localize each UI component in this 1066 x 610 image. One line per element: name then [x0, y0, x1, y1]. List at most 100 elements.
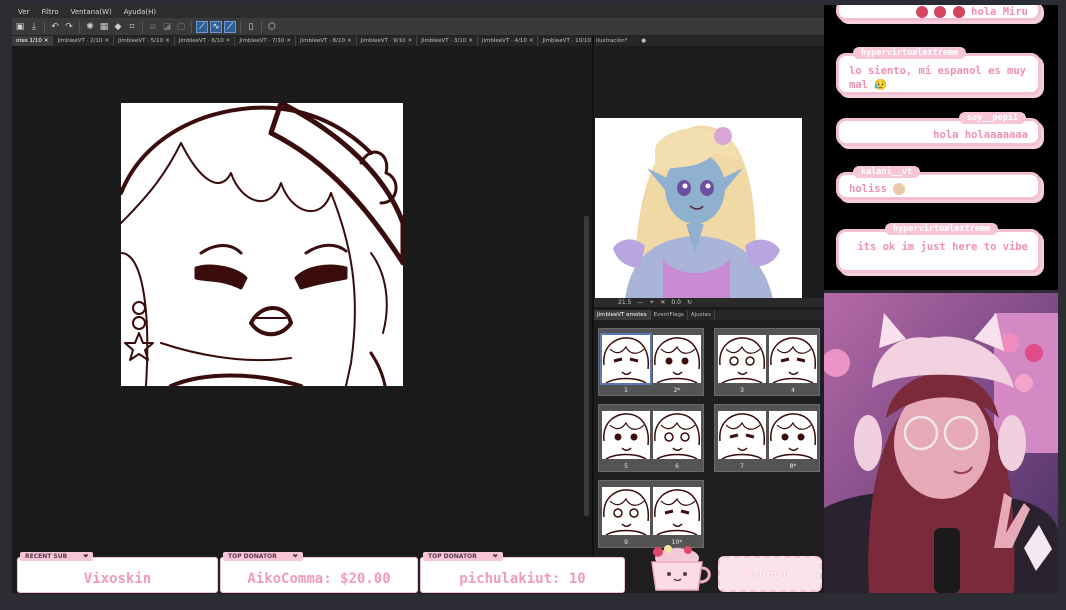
close-icon[interactable]: ✕ [408, 36, 413, 46]
widget-label: RECENT SUB ❤ [20, 552, 94, 561]
tab-label: JimbleeVT · 5/10 [118, 38, 164, 44]
screen: Ver Filtro Ventana(W) Ayuda(H) ▣ ⤓ ↶ ↷ ✺… [0, 0, 1066, 610]
invert-icon[interactable]: ◪ [161, 21, 173, 33]
canvas-area[interactable] [12, 46, 592, 593]
cube-icon[interactable]: ⬡ [266, 21, 278, 33]
fit-icon[interactable]: ✕ [660, 298, 665, 307]
webcam-image [824, 293, 1058, 593]
tab-emotes[interactable]: JimbleeVT emotes [594, 310, 651, 320]
tab-emote-9[interactable]: JimbleeVT · 9/10 ✕ [357, 36, 418, 46]
tab-emote-8[interactable]: JimbleeVT · 8/10 ✕ [296, 36, 357, 46]
widget-label: TOP DONATOR ❤ [223, 552, 303, 561]
emote-thumbnail-1[interactable] [600, 333, 652, 385]
toolbar-divider [191, 20, 192, 33]
zoom-value[interactable]: 21.5 [618, 298, 631, 307]
emote-pair: 1 2* [598, 328, 704, 396]
fill-icon[interactable]: ◆ [112, 21, 124, 33]
tab-label: JimbleeVT · 8/10 [299, 38, 345, 44]
navigator-controls: 21.5 — + ✕ 0.0 ↻ [594, 298, 824, 307]
toolbar-divider [142, 20, 143, 33]
transform-icon[interactable]: ⌗ [126, 21, 138, 33]
menu-ayuda[interactable]: Ayuda(H) [118, 8, 162, 16]
menu-ventana[interactable]: Ventana(W) [65, 8, 118, 16]
tab-emote-2[interactable]: JimbleeVT · 2/10 ✕ [53, 36, 115, 46]
tab-emote-6[interactable]: JimbleeVT · 6/10 ✕ [175, 36, 236, 46]
undo-icon[interactable]: ↶ [49, 21, 61, 33]
menu-ver[interactable]: Ver [12, 8, 35, 16]
emote-face [654, 337, 701, 383]
tab-illustration[interactable]: Ilustración* ● [594, 36, 824, 46]
tab-emote-5[interactable]: JimbleeVT · 5/10 ✕ [114, 36, 175, 46]
rotate-icon[interactable]: ↻ [687, 298, 692, 307]
emote-thumbnail-5[interactable] [602, 411, 650, 459]
toolbar-divider [240, 20, 241, 33]
emote-thumbnail-9[interactable] [602, 487, 650, 535]
emote-thumbnail-label: 4 [791, 387, 795, 394]
emote-thumbnail-2[interactable] [653, 335, 701, 383]
deselect-icon[interactable]: ⧄ [147, 21, 159, 33]
tab-label: otes 1/10 [16, 38, 42, 44]
chat-message: hypervirtualextreme its ok im just here … [836, 223, 1041, 273]
emote-icon [952, 6, 965, 18]
canvas-scrollbar[interactable] [584, 216, 589, 516]
drawing-app-window: Ver Filtro Ventana(W) Ayuda(H) ▣ ⤓ ↶ ↷ ✺… [12, 5, 824, 593]
snap-curve-icon[interactable]: ∿ [210, 20, 222, 33]
emote-thumbnail-10[interactable] [653, 487, 701, 535]
emote-face [770, 413, 817, 459]
close-icon[interactable]: ✕ [165, 36, 170, 46]
close-icon[interactable]: ✕ [105, 36, 110, 46]
emote-thumbnail-4[interactable] [769, 335, 817, 383]
snap-ruler-icon[interactable]: ⟋ [196, 20, 208, 33]
zoom-in-icon[interactable]: + [649, 298, 654, 307]
menu-bar: Ver Filtro Ventana(W) Ayuda(H) [12, 5, 824, 18]
tab-label: JimbleeVT · 9/10 [360, 38, 406, 44]
export-icon[interactable]: ⤓ [28, 21, 40, 33]
emote-thumbnail-label: 5 [624, 463, 628, 470]
crop-icon[interactable]: ▢ [175, 21, 187, 33]
emote-thumbnail-6[interactable] [653, 411, 701, 459]
tab-ajustes[interactable]: Ajustes [688, 310, 715, 320]
emote-thumbnail-label: 2* [673, 387, 681, 394]
close-icon[interactable]: ✕ [44, 36, 49, 46]
zoom-out-icon[interactable]: — [637, 298, 643, 307]
close-icon[interactable]: ✕ [347, 36, 352, 46]
webcam-feed [824, 293, 1058, 593]
close-icon[interactable]: ✕ [529, 36, 534, 46]
navigator-panel: 21.5 — + ✕ 0.0 ↻ [594, 46, 824, 307]
widget-label: TOP DONATOR ❤ [423, 552, 503, 561]
tab-emote-4[interactable]: JimbleeVT · 4/10 ✕ [478, 36, 539, 46]
menu-filtro[interactable]: Filtro [35, 8, 64, 16]
emote-thumbnail-label: 1 [624, 387, 628, 394]
settings-icon[interactable]: ✺ [84, 21, 96, 33]
close-icon[interactable]: ✕ [226, 36, 231, 46]
redo-icon[interactable]: ↷ [63, 21, 75, 33]
close-icon[interactable]: ✕ [468, 36, 473, 46]
emote-thumbnail-3[interactable] [718, 335, 766, 383]
emote-thumbnail-8[interactable] [769, 411, 817, 459]
snap-grid-icon[interactable]: ⟋ [224, 20, 236, 33]
tab-emote-1[interactable]: otes 1/10 ✕ [12, 36, 54, 46]
tab-emote-10[interactable]: JimbleeVT · 10/10✕ [538, 36, 592, 46]
recent-sub-value: Vixoskin [83, 571, 152, 587]
tab-emote-3[interactable]: JimbleeVT · 3/10 ✕ [417, 36, 478, 46]
emote-face [654, 489, 701, 535]
tab-emote-7[interactable]: JimbleeVT · 7/10 ✕ [235, 36, 296, 46]
chat-message: hola Miru [836, 5, 1041, 21]
chat-message: soy__pepi1 hola holaaaaaaa [836, 112, 1041, 146]
illustration-preview[interactable] [595, 118, 802, 300]
tab-eventflags[interactable]: EventFlags [651, 310, 688, 320]
device-icon[interactable]: ▯ [245, 21, 257, 33]
emote-icon [934, 6, 947, 18]
cup-mascot-icon [651, 545, 711, 591]
emote-artboard[interactable] [121, 103, 403, 386]
modified-dot-icon: ● [641, 38, 647, 44]
emote-thumbnail-7[interactable] [718, 411, 766, 459]
close-icon[interactable]: ✕ [286, 36, 291, 46]
widget-label-text: TOP DONATOR [428, 553, 477, 560]
chat-text: its ok im just here to vibe [857, 241, 1028, 253]
miruu-logo: miruu [718, 556, 822, 592]
chat-text: hola holaaaaaaa [933, 129, 1028, 141]
save-icon[interactable]: ▣ [14, 21, 26, 33]
angle-value[interactable]: 0.0 [671, 298, 681, 307]
clear-icon[interactable]: ▦ [98, 21, 110, 33]
